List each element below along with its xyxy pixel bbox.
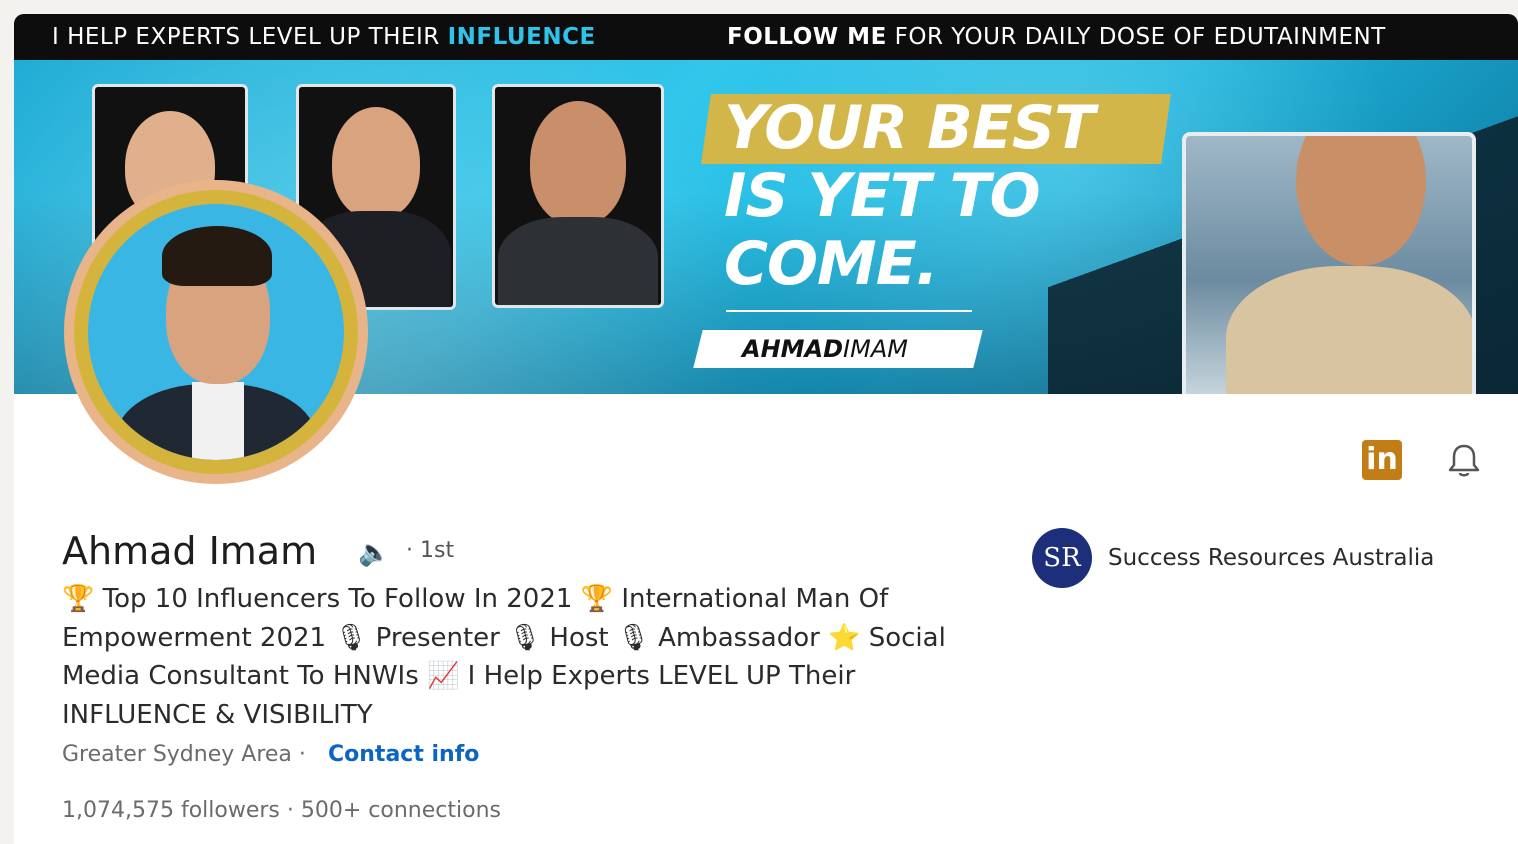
banner-follow-me: FOLLOW ME	[727, 24, 887, 50]
profile-stats: 1,074,575 followers · 500+ connections	[62, 796, 501, 826]
banner-daily-dose: FOR YOUR DAILY DOSE OF EDUTAINMENT	[886, 24, 1386, 50]
avatar[interactable]	[88, 204, 344, 460]
contact-info-link[interactable]: Contact info	[328, 740, 479, 770]
banner-name-plate-text: AHMADIMAM	[742, 334, 908, 364]
connections-count[interactable]: · 500+ connections	[287, 798, 501, 823]
linkedin-icon[interactable]: in	[1362, 440, 1402, 480]
company-logo[interactable]: SR	[1032, 528, 1092, 588]
banner-tagline-right: FOLLOW ME FOR YOUR DAILY DOSE OF EDUTAIN…	[727, 14, 1386, 60]
banner-tagline-bar: I HELP EXPERTS LEVEL UP THEIR INFLUENCE …	[14, 14, 1518, 60]
profile-headline: 🏆 Top 10 Influencers To Follow In 2021 🏆…	[62, 584, 946, 730]
banner-tagline-text: I HELP EXPERTS LEVEL UP THEIR	[52, 24, 448, 50]
banner-divider-line	[726, 310, 972, 312]
bell-icon[interactable]	[1444, 440, 1484, 480]
company-name[interactable]: Success Resources Australia	[1108, 543, 1434, 573]
banner-photo-3	[492, 84, 664, 308]
banner-portrait-photo	[1182, 132, 1476, 394]
speaker-icon[interactable]: 🔈	[358, 538, 390, 568]
banner-name-bold: AHMAD	[742, 335, 844, 363]
profile-name: Ahmad Imam	[62, 529, 318, 573]
profile-card: I HELP EXPERTS LEVEL UP THEIR INFLUENCE …	[14, 14, 1518, 844]
banner-headline-line3: COME.	[724, 229, 939, 299]
banner-headline-line2: IS YET TO	[724, 161, 1041, 231]
banner-headline-line1: YOUR BEST	[724, 93, 1095, 163]
banner-tagline-left: I HELP EXPERTS LEVEL UP THEIR INFLUENCE	[52, 14, 596, 60]
banner-tagline-highlight: INFLUENCE	[447, 24, 596, 50]
banner-headline: YOUR BEST IS YET TO COME.	[724, 93, 1095, 299]
profile-location: Greater Sydney Area ·	[62, 742, 306, 767]
connection-degree: · 1st	[406, 538, 455, 563]
followers-count[interactable]: 1,074,575 followers	[62, 798, 280, 823]
banner-name-rest: IMAM	[843, 335, 908, 363]
